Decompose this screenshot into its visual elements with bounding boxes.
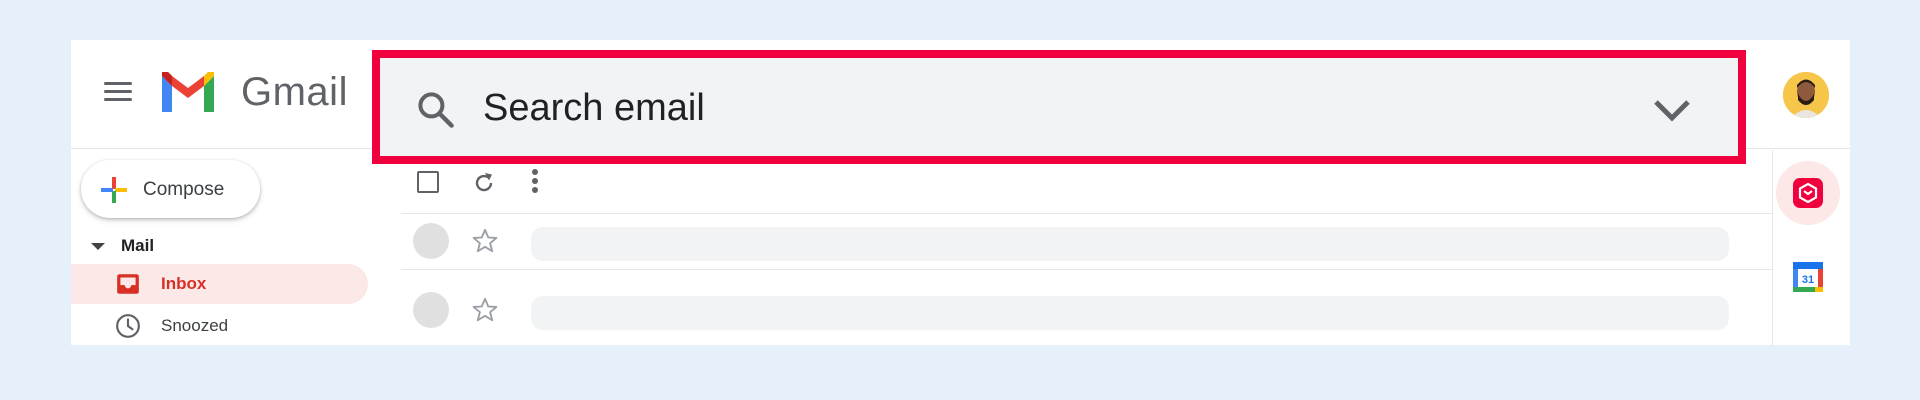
- main-menu-icon[interactable]: [104, 82, 132, 102]
- select-all-checkbox-icon[interactable]: [417, 171, 439, 193]
- email-row[interactable]: [401, 213, 1773, 269]
- mail-section-label: Mail: [121, 236, 155, 255]
- divider: [401, 269, 1773, 270]
- nav-item-inbox[interactable]: Inbox: [71, 264, 368, 304]
- calendar-icon: 31: [1793, 262, 1823, 292]
- profile-photo-icon: [1783, 72, 1829, 118]
- more-vert-icon[interactable]: [531, 169, 539, 197]
- avatar-placeholder: [413, 292, 449, 328]
- avatar-placeholder: [413, 223, 449, 259]
- addon-icon: [1793, 178, 1823, 208]
- addon-button[interactable]: [1776, 161, 1840, 225]
- email-row[interactable]: [401, 282, 1773, 338]
- calendar-day-label: 31: [1802, 274, 1814, 286]
- search-input[interactable]: [483, 78, 1483, 138]
- side-panel-divider: [1772, 150, 1773, 345]
- search-icon[interactable]: [414, 88, 458, 132]
- calendar-addon-button[interactable]: 31: [1776, 245, 1840, 309]
- search-options-chevron-icon[interactable]: [1652, 96, 1692, 124]
- caret-down-icon: [91, 243, 105, 251]
- nav-item-label: Snoozed: [161, 316, 229, 335]
- mail-section-header[interactable]: Mail: [91, 236, 154, 256]
- star-icon[interactable]: [471, 296, 499, 324]
- app-name: Gmail: [241, 70, 348, 114]
- clock-icon: [116, 314, 140, 338]
- star-icon[interactable]: [471, 227, 499, 255]
- refresh-icon[interactable]: [472, 171, 496, 195]
- email-placeholder-bar: [531, 227, 1729, 261]
- gmail-window: Gmail Search email Compose Mail Inbox Sn…: [71, 40, 1850, 345]
- search-bar[interactable]: [372, 50, 1746, 164]
- account-avatar[interactable]: [1783, 72, 1829, 118]
- compose-button[interactable]: Compose: [81, 160, 260, 218]
- top-bar: Gmail: [71, 40, 1850, 164]
- inbox-icon: [117, 274, 139, 294]
- compose-label: Compose: [143, 179, 225, 200]
- email-placeholder-bar: [531, 296, 1729, 330]
- plus-icon: [101, 177, 127, 203]
- gmail-logo-icon: [162, 72, 214, 112]
- nav-item-snoozed[interactable]: Snoozed: [71, 306, 368, 345]
- nav-item-label: Inbox: [161, 274, 207, 293]
